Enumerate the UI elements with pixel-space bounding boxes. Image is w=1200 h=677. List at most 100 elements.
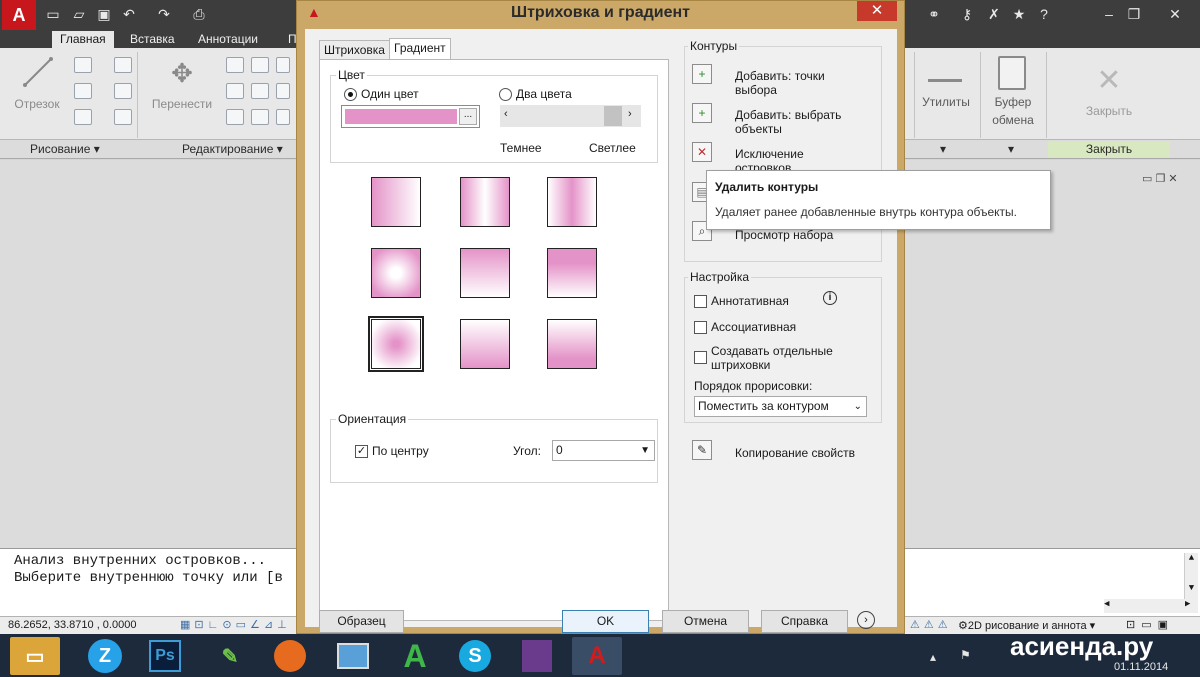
fillet-icon[interactable]: [251, 83, 269, 99]
gradient-cylinder-swatch[interactable]: [460, 177, 510, 227]
ribbon-tab-insert[interactable]: Вставка: [122, 31, 183, 48]
panel-clipboard-dropdown[interactable]: ▾: [1008, 141, 1014, 158]
trim-icon[interactable]: [276, 57, 290, 73]
add-select-objects-icon[interactable]: +: [692, 103, 712, 123]
save-icon[interactable]: ▣: [95, 5, 113, 23]
drafting-toggles[interactable]: ▦⊡∟⊙▭∠⊿⊥: [180, 618, 291, 631]
taskbar-notepad-icon[interactable]: ✎: [205, 637, 255, 675]
gradient-linear-swatch[interactable]: [371, 177, 421, 227]
move-button[interactable]: Перенести: [144, 97, 220, 111]
ok-button[interactable]: OK: [562, 610, 649, 633]
app-close-icon[interactable]: ✕: [1160, 5, 1190, 23]
status-tray-icons[interactable]: ⊡▭▣: [1126, 618, 1174, 631]
open-folder-icon[interactable]: ▱: [70, 5, 88, 23]
panel-close-label[interactable]: Закрыть: [1048, 141, 1170, 158]
command-h-scrollbar[interactable]: ◀ ▶: [1104, 599, 1198, 613]
taskbar-archicad-icon[interactable]: A: [390, 637, 440, 675]
add-pick-points-label-2[interactable]: выбора: [735, 83, 777, 97]
info-icon[interactable]: i: [823, 291, 837, 305]
slider-thumb[interactable]: [604, 106, 622, 126]
maximize-icon[interactable]: ❐: [1125, 5, 1143, 23]
command-scrollbar[interactable]: ▲ ▼: [1184, 553, 1198, 599]
utilities-button[interactable]: Утилиты: [915, 95, 977, 109]
gradient-invspherical-swatch[interactable]: [371, 248, 421, 298]
rotate-icon[interactable]: [251, 57, 269, 73]
help-icon[interactable]: ?: [1035, 5, 1053, 23]
gradient-spherical-swatch[interactable]: [368, 316, 424, 372]
view-selection-label[interactable]: Просмотр набора: [735, 228, 833, 242]
clipboard-button-line1[interactable]: Буфер: [982, 95, 1044, 109]
two-color-radio[interactable]: [499, 88, 512, 101]
taskbar-winrar-icon[interactable]: [512, 637, 562, 675]
binoculars-icon[interactable]: ⚭: [925, 5, 943, 23]
taskbar-firefox-icon[interactable]: [265, 637, 315, 675]
circle-icon[interactable]: [74, 83, 92, 99]
stretch-icon[interactable]: [226, 109, 244, 125]
new-file-icon[interactable]: ▭: [44, 5, 62, 23]
redo-icon[interactable]: ↷: [155, 5, 173, 23]
tab-gradient[interactable]: Градиент: [389, 38, 451, 60]
mirror-icon[interactable]: [226, 83, 244, 99]
tab-hatch[interactable]: Штриховка: [319, 40, 390, 60]
clipboard-icon[interactable]: [998, 56, 1026, 90]
one-color-radio[interactable]: [344, 88, 357, 101]
arc-icon[interactable]: [114, 57, 132, 73]
tray-chevron-icon[interactable]: ▴: [930, 650, 936, 664]
dialog-close-button[interactable]: ✕: [857, 1, 897, 21]
move-tool-icon[interactable]: ✥: [166, 57, 198, 89]
associative-checkbox[interactable]: [694, 321, 707, 334]
polyline-icon[interactable]: [74, 57, 92, 73]
array-icon[interactable]: [276, 109, 290, 125]
panel-modify-label[interactable]: Редактирование ▾: [182, 141, 283, 158]
taskbar-photoshop-icon[interactable]: Ps: [140, 637, 190, 675]
preview-button[interactable]: Образец: [319, 610, 404, 633]
annotative-checkbox[interactable]: [694, 295, 707, 308]
clipboard-button-line2[interactable]: обмена: [982, 113, 1044, 127]
ribbon-tab-home[interactable]: Главная: [52, 31, 114, 48]
slider-left-arrow-icon[interactable]: ‹: [504, 108, 508, 120]
taskbar-zona-icon[interactable]: Z: [80, 637, 130, 675]
more-options-arrow-icon[interactable]: ›: [857, 611, 875, 629]
exchange-icon[interactable]: ✗: [985, 5, 1003, 23]
key-icon[interactable]: ⚷: [958, 5, 976, 23]
ribbon-tab-annotate[interactable]: Аннотации: [190, 31, 266, 48]
scale-icon[interactable]: [251, 109, 269, 125]
measure-ruler-icon[interactable]: [928, 60, 962, 82]
line-button[interactable]: Отрезок: [6, 97, 68, 111]
copy-icon[interactable]: [226, 57, 244, 73]
taskbar-image-viewer-icon[interactable]: [328, 637, 378, 675]
cancel-button[interactable]: Отмена: [662, 610, 749, 633]
taskbar-explorer-icon[interactable]: ▭: [10, 637, 60, 675]
color-browse-button[interactable]: ...: [459, 108, 477, 125]
add-pick-points-label-1[interactable]: Добавить: точки: [735, 69, 825, 83]
angle-combo[interactable]: 0 ▼: [552, 440, 655, 461]
viewport-controls[interactable]: ▭ ❐ ✕: [1142, 172, 1178, 185]
gradient-curved-swatch[interactable]: [547, 248, 597, 298]
shade-tint-slider[interactable]: ‹ ›: [500, 105, 641, 127]
separate-hatches-checkbox[interactable]: [694, 351, 707, 364]
add-select-objects-label-2[interactable]: объекты: [735, 122, 782, 136]
panel-draw-label[interactable]: Рисование ▾: [30, 141, 100, 158]
slider-right-arrow-icon[interactable]: ›: [628, 108, 632, 120]
close-ribbon-button[interactable]: Закрыть: [1070, 104, 1148, 118]
gradient-invhemispherical-swatch[interactable]: [460, 319, 510, 369]
taskbar-autocad-icon[interactable]: A: [572, 637, 622, 675]
gradient-hemispherical-swatch[interactable]: [460, 248, 510, 298]
help-button[interactable]: Справка: [761, 610, 848, 633]
centered-checkbox[interactable]: ✓: [355, 445, 368, 458]
taskbar-skype-icon[interactable]: S: [450, 637, 500, 675]
tray-flag-icon[interactable]: ⚑: [960, 648, 971, 662]
extend-icon[interactable]: [276, 83, 290, 99]
hatch-icon[interactable]: [114, 109, 132, 125]
inherit-properties-icon[interactable]: ✎: [692, 440, 712, 460]
remove-islands-label-1[interactable]: Исключение: [735, 147, 804, 161]
inherit-properties-label[interactable]: Копирование свойств: [735, 446, 855, 460]
add-select-objects-label-1[interactable]: Добавить: выбрать: [735, 108, 841, 122]
remove-islands-icon[interactable]: ✕: [692, 142, 712, 162]
annotation-scale-icons[interactable]: ⚠⚠⚠: [910, 618, 952, 631]
line-tool-icon[interactable]: [22, 56, 54, 88]
ellipse-icon[interactable]: [74, 109, 92, 125]
rectangle-icon[interactable]: [114, 83, 132, 99]
print-icon[interactable]: ⎙: [190, 5, 208, 23]
color-swatch-field[interactable]: ...: [341, 105, 480, 128]
